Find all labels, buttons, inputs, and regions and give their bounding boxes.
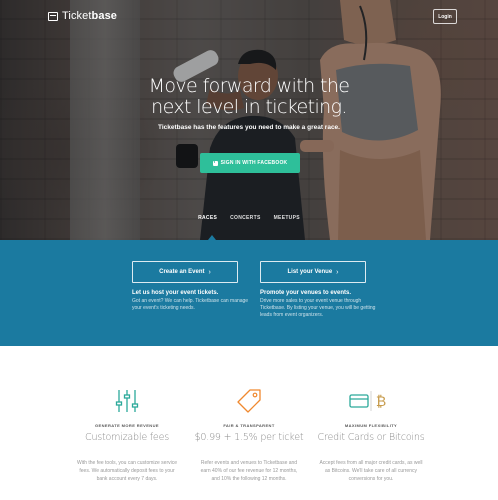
ticket-logo-icon — [48, 11, 58, 21]
promote-description: Drive more sales to your event venue thr… — [260, 298, 376, 318]
feature-title: $0.99 + 1.5% per ticket — [194, 432, 304, 443]
f-icon — [67, 388, 187, 414]
price-tag-icon — [237, 389, 261, 413]
tab-races[interactable]: RACES — [198, 215, 217, 225]
host-promote-band: Create an Event › List your Venue › Let … — [0, 240, 498, 346]
category-tabs: RACES CONCERTS MEETUPS — [0, 215, 498, 225]
hero-title-line-2: next level in ticketing. — [151, 96, 347, 118]
feature-kicker: MAXIMUM FLEXIBILITY — [344, 423, 398, 428]
hero-section: Ticketbase Login Move forward with the n… — [0, 0, 498, 240]
hero-title-line-1: Move forward with the — [148, 75, 350, 97]
tab-meetups[interactable]: MEETUPS — [274, 215, 300, 225]
create-event-label: Create an Event — [159, 269, 205, 275]
create-event-button[interactable]: Create an Event › — [132, 261, 238, 283]
hero-subtitle: Ticketbase has the features you need to … — [158, 124, 340, 131]
features-section: GENERATE MORE REVENUE Customizable fees … — [0, 346, 498, 500]
facebook-icon — [212, 159, 218, 166]
f-icon — [189, 388, 309, 414]
login-button[interactable]: Login — [433, 9, 457, 24]
feature-title: Credit Cards or Bitcoins — [317, 432, 425, 443]
credit-card-bitcoin-icon: ₿ — [349, 391, 386, 411]
feature-kicker: GENERATE MORE REVENUE — [95, 423, 159, 428]
list-venue-label: List your Venue — [287, 269, 333, 275]
feature-description: Refer events and venues to Ticketbase an… — [200, 460, 298, 482]
logo-text-prefix: Ticket — [62, 10, 92, 22]
list-venue-button[interactable]: List your Venue › — [260, 261, 366, 283]
feature-kicker: FAIR & TRANSPARENT — [223, 423, 275, 428]
hero-title: Move forward with the next level in tick… — [0, 76, 498, 118]
host-description: Got an event? We can help. Ticketbase ca… — [132, 298, 249, 311]
logo[interactable]: Ticketbase — [48, 10, 117, 22]
svg-text:₿: ₿ — [376, 394, 386, 410]
feature-description: With the fee tools, you can customize se… — [76, 460, 178, 482]
promote-heading: Promote your venues to events. — [260, 290, 352, 296]
feature-description: Accept fees from all major credit cards,… — [319, 460, 423, 482]
chevron-right-icon: › — [336, 268, 339, 276]
logo-text: Ticketbase — [62, 10, 117, 22]
tab-concerts[interactable]: CONCERTS — [230, 215, 260, 225]
logo-text-bold: base — [91, 10, 118, 22]
facebook-signin-label: SIGN IN WITH FACEBOOK — [220, 160, 288, 166]
chevron-right-icon: › — [208, 268, 211, 276]
feature-title: Customizable fees — [85, 432, 169, 443]
sliders-icon — [115, 390, 139, 412]
facebook-signin-button[interactable]: SIGN IN WITH FACEBOOK — [200, 153, 300, 173]
host-heading: Let us host your event tickets. — [132, 290, 219, 296]
hero-overlay — [0, 0, 498, 240]
f-icon: ₿ — [311, 388, 431, 414]
